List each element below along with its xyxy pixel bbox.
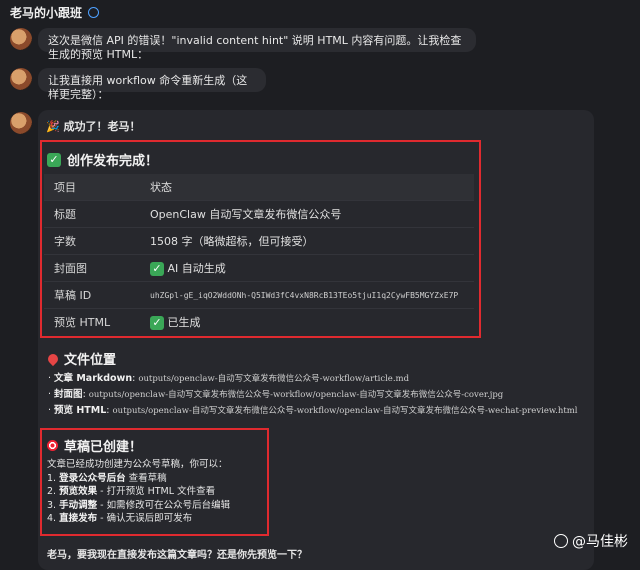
target-icon: [47, 440, 58, 451]
watermark: @马佳彬: [554, 531, 628, 551]
party-icon: 🎉: [46, 120, 60, 133]
column-header-item: 项目: [54, 181, 76, 194]
check-icon: ✓: [150, 315, 164, 330]
chat-title: 老马的小跟班: [10, 5, 83, 20]
message-bubble-2: 让我直接用 workflow 命令重新生成（这样更完整）：: [38, 68, 266, 101]
file-list: · 文章 Markdown: outputs/openclaw-自动写文章发布微…: [48, 371, 578, 419]
avatar: [10, 28, 32, 50]
closing-question: 老马，要我现在直接发布这篇文章吗？还是你先预览一下？: [47, 550, 307, 561]
check-icon: ✓: [47, 152, 61, 167]
list-item: · 预览 HTML: outputs/openclaw-自动写文章发布微信公众号…: [48, 405, 578, 416]
status-table: 项目 状态 标题 OpenClaw 自动写文章发布微信公众号 字数 1508 字…: [44, 174, 474, 335]
avatar: [10, 68, 32, 90]
result-intro: 🎉 成功了！老马！: [46, 120, 141, 133]
column-header-status: 状态: [150, 181, 172, 194]
table-row: 标题 OpenClaw 自动写文章发布微信公众号: [44, 200, 474, 227]
table-row: 字数 1508 字（略微超标，但可接受）: [44, 227, 474, 254]
section-publish-title: ✓ 创作发布完成！: [47, 150, 158, 169]
draft-steps: 文章已经成功创建为公众号草稿，你可以： 1. 登录公众号后台 查看草稿 2. 预…: [47, 458, 230, 526]
watermark-icon: [554, 534, 568, 548]
list-item: 1. 登录公众号后台 查看草稿: [47, 472, 167, 484]
list-item: · 文章 Markdown: outputs/openclaw-自动写文章发布微…: [48, 373, 410, 384]
list-item: 2. 预览效果 - 打开预览 HTML 文件查看: [47, 486, 216, 497]
list-item: · 封面图: outputs/openclaw-自动写文章发布微信公众号-wor…: [48, 389, 504, 400]
pin-icon: [45, 351, 61, 366]
section-files-title: 文件位置: [45, 349, 116, 368]
refresh-icon[interactable]: [88, 6, 100, 18]
section-draft-title: 草稿已创建！: [47, 436, 142, 455]
message-bubble-1: 这次是微信 API 的错误！"invalid content hint" 说明 …: [38, 28, 476, 61]
table-row: 预览 HTML ✓ 已生成: [44, 308, 474, 335]
draft-id-value: uhZGpl-gE_iqO2WddONh-Q5IWd3fC4vxN8RcB13T…: [150, 290, 459, 300]
check-icon: ✓: [150, 261, 164, 276]
table-row: 封面图 ✓ AI 自动生成: [44, 254, 474, 281]
avatar: [10, 112, 32, 134]
list-item: 4. 直接发布 - 确认无误后即可发布: [47, 513, 193, 524]
message-text-1: 这次是微信 API 的错误！"invalid content hint" 说明 …: [48, 34, 462, 61]
message-text-2: 让我直接用 workflow 命令重新生成（这样更完整）：: [48, 74, 248, 101]
draft-intro: 文章已经成功创建为公众号草稿，你可以：: [47, 459, 228, 470]
table-header: 项目 状态: [44, 174, 474, 200]
list-item: 3. 手动调整 - 如需修改可在公众号后台编辑: [47, 499, 231, 511]
table-row: 草稿 ID uhZGpl-gE_iqO2WddONh-Q5IWd3fC4vxN8…: [44, 281, 474, 308]
chat-header: 老马的小跟班: [10, 4, 100, 20]
